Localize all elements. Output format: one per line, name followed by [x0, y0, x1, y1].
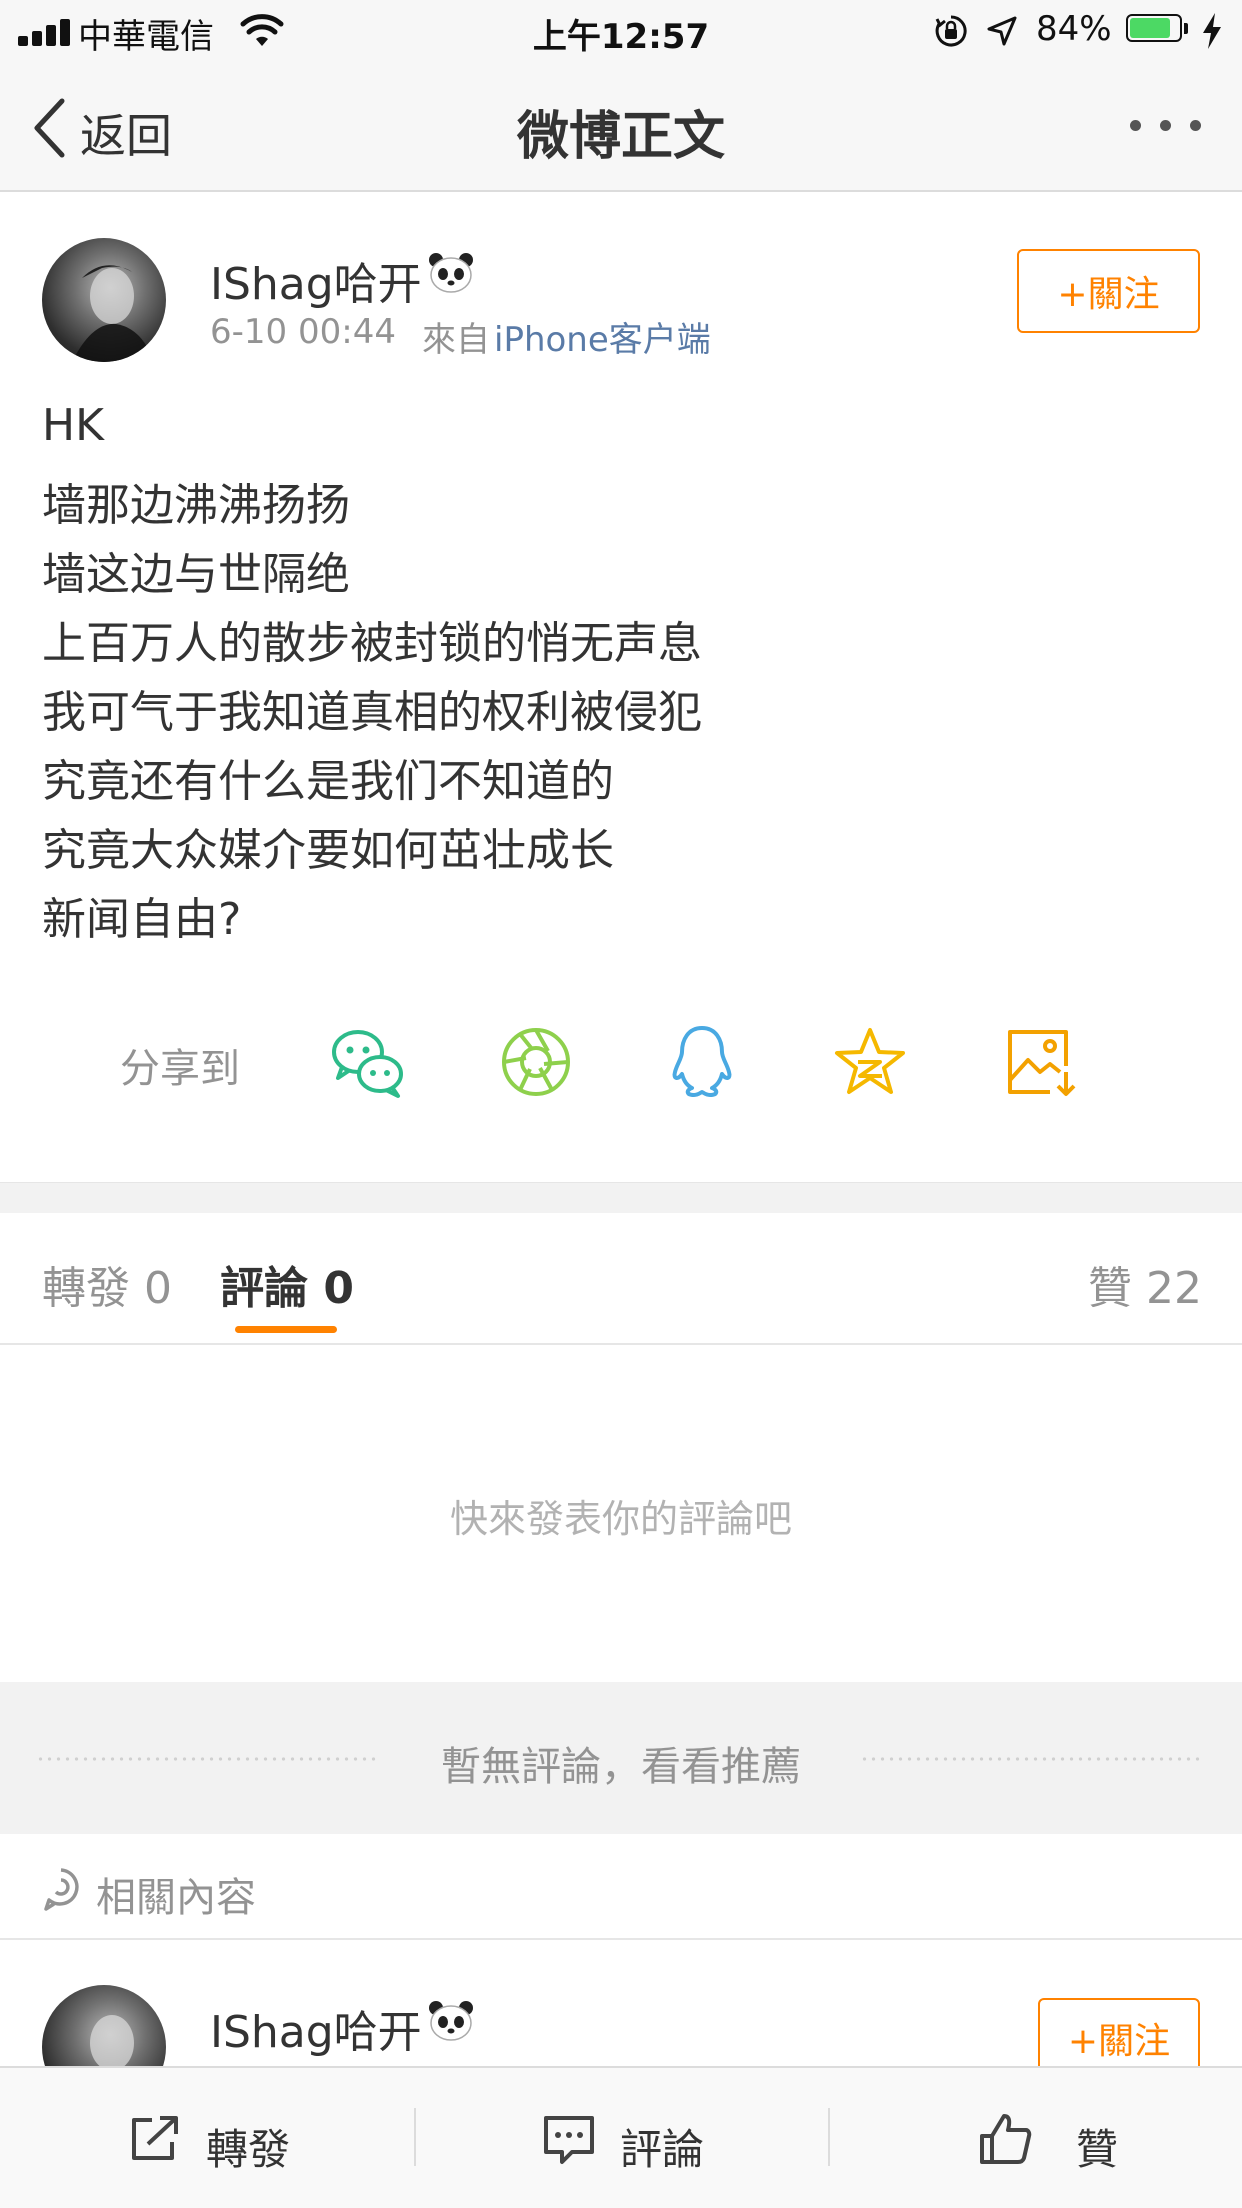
post-text-line: 究竟大众媒介要如何茁壮成长	[42, 825, 614, 876]
related-username[interactable]: IShag哈开	[210, 1996, 422, 2060]
moments-icon[interactable]	[496, 1022, 576, 1102]
share-label: 分享到	[120, 1046, 240, 1092]
post-text-line: 究竟还有什么是我们不知道的	[42, 756, 614, 807]
divider	[0, 1343, 1242, 1345]
comment-label: 評論	[620, 2125, 705, 2174]
navigation-bar: 返回 微博正文	[0, 62, 1242, 192]
wechat-icon[interactable]	[328, 1022, 408, 1102]
panda-icon	[429, 2001, 473, 2041]
tab-comments[interactable]: 評論 0	[220, 1252, 354, 1316]
battery-percent: 84%	[1036, 9, 1112, 49]
status-bar: 中華電信 上午12:57 84%	[0, 0, 1242, 62]
post-text-line: HK	[42, 400, 104, 451]
repost-label: 轉發	[206, 2125, 291, 2174]
share-arrow-icon	[132, 2116, 178, 2160]
related-content-label: 相關內容	[96, 1875, 256, 1921]
username[interactable]: IShag哈开	[210, 248, 422, 312]
source-link[interactable]: iPhone客户端	[494, 312, 711, 361]
post-text-line: 我可气于我知道真相的权利被侵犯	[42, 687, 702, 738]
save-image-icon[interactable]	[1000, 1022, 1080, 1102]
post-text-line: 墙这边与世隔绝	[42, 549, 350, 600]
like-label: 贊	[1076, 2125, 1119, 2174]
post-time: 6-10 00:44	[210, 312, 396, 352]
post-text-line: 墙那边沸沸扬扬	[42, 480, 350, 531]
toolbar-separator	[414, 2108, 416, 2166]
source-prefix: 來自	[422, 320, 490, 360]
panda-icon	[429, 253, 473, 293]
orientation-lock-icon	[935, 15, 967, 47]
charging-bolt-icon	[1203, 13, 1221, 49]
comment-button[interactable]: 評論	[534, 2096, 744, 2186]
no-comments-text: 暫無評論，看看推薦	[441, 1744, 801, 1790]
related-content-icon	[44, 1868, 79, 1911]
qq-icon[interactable]	[662, 1022, 742, 1102]
comment-bubble-icon	[544, 2116, 594, 2164]
location-arrow-icon	[987, 16, 1017, 46]
repost-button[interactable]: 轉發	[120, 2096, 330, 2186]
divider	[0, 1938, 1242, 1940]
empty-comments-hint: 快來發表你的評論吧	[449, 1497, 792, 1541]
section-gap	[0, 1182, 1242, 1213]
tab-reposts[interactable]: 轉發 0	[42, 1252, 172, 1316]
post-text-line: 上百万人的散步被封锁的悄无声息	[42, 618, 702, 669]
follow-button[interactable]: +關注	[1017, 249, 1200, 333]
tab-likes[interactable]: 贊 22	[1088, 1252, 1202, 1316]
battery-icon	[1126, 14, 1192, 46]
thumbs-up-icon	[980, 2114, 1032, 2164]
qzone-star-icon[interactable]	[830, 1022, 910, 1102]
avatar[interactable]	[42, 238, 166, 362]
more-dots-icon[interactable]	[1130, 120, 1202, 136]
like-button[interactable]: 贊	[970, 2096, 1150, 2186]
page-title: 微博正文	[516, 107, 725, 167]
active-tab-indicator	[235, 1326, 337, 1333]
toolbar-separator	[828, 2108, 830, 2166]
post-text-line: 新闻自由?	[42, 894, 242, 945]
